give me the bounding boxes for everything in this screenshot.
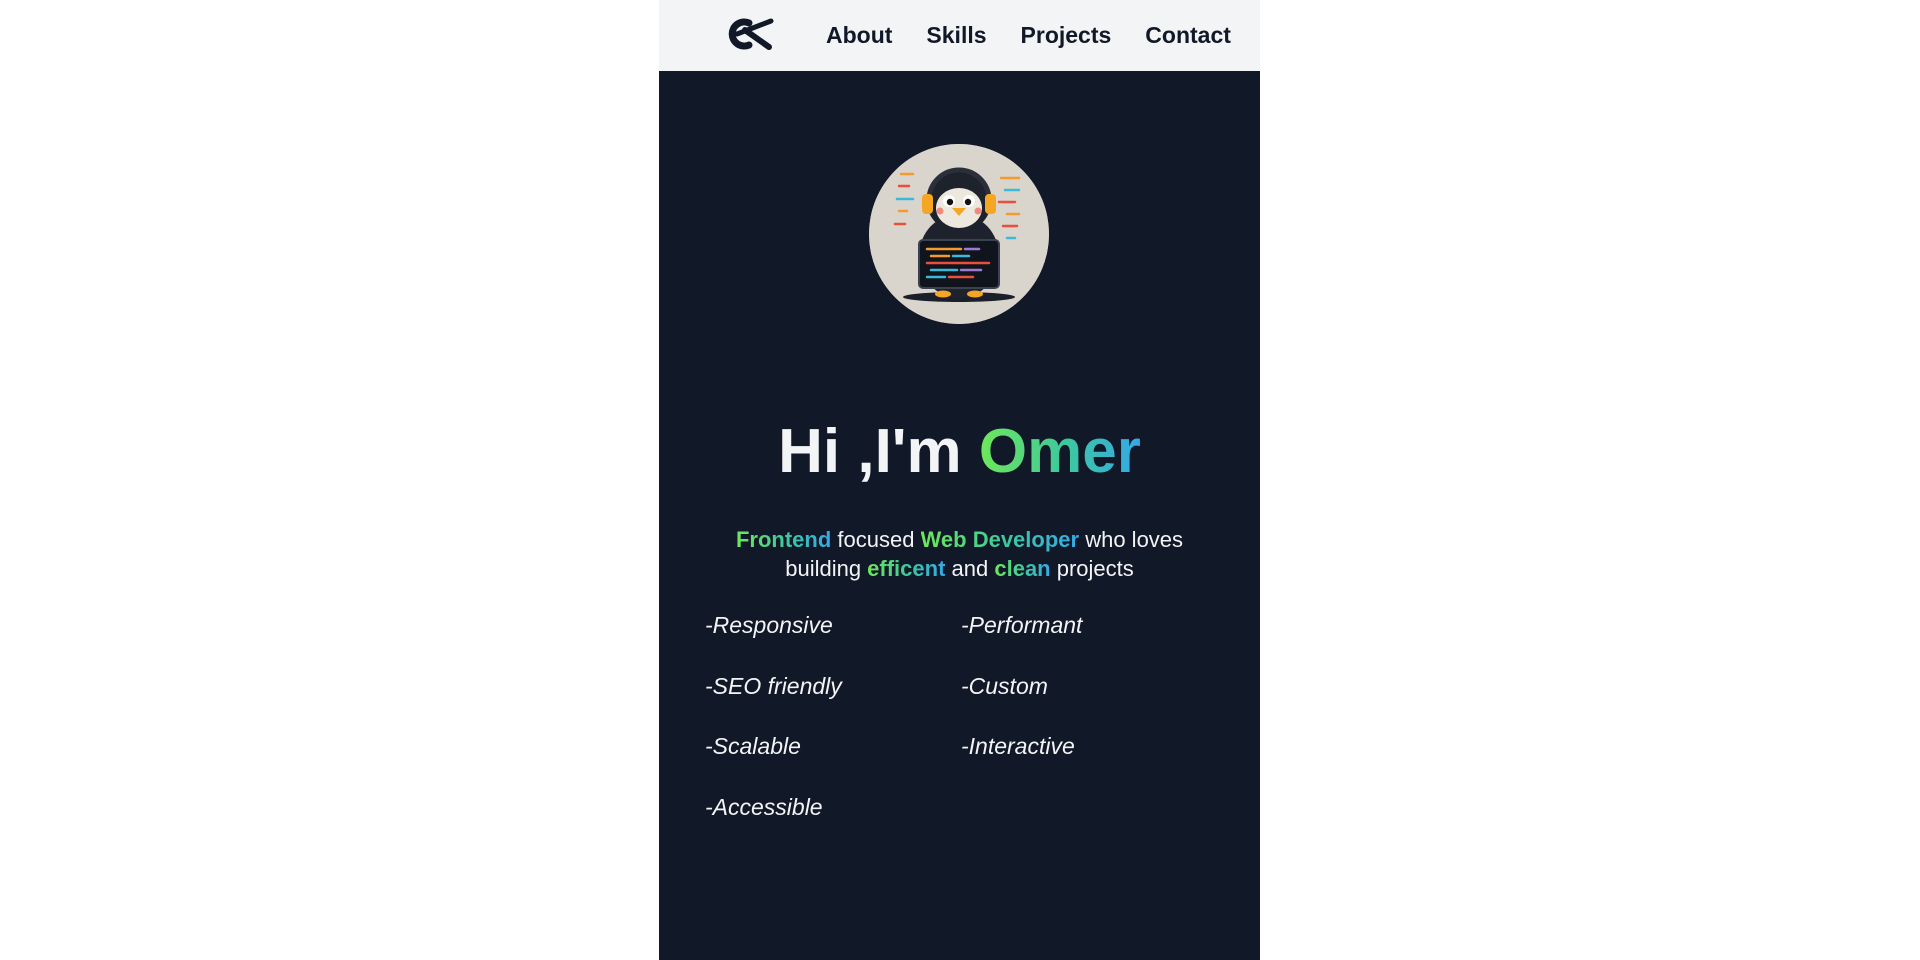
feature-item: -Custom (961, 672, 1048, 699)
navbar: About Skills Projects Contact (659, 0, 1260, 71)
hero-headline: Hi ,I'm Omer (659, 414, 1260, 490)
nav-links: About Skills Projects Contact (826, 0, 1231, 71)
feature-item: -Interactive (961, 733, 1075, 759)
nav-link-skills[interactable]: Skills (926, 22, 986, 49)
nav-link-about[interactable]: About (826, 22, 892, 49)
tagline-highlight-efficent: efficent (867, 556, 946, 581)
feature-list: -Responsive -Performant -SEO friendly -C… (705, 608, 1225, 850)
penguin-avatar-icon (869, 144, 1049, 324)
nav-link-projects[interactable]: Projects (1021, 22, 1112, 49)
headline-prefix: Hi ,I'm (778, 417, 979, 486)
tagline-highlight-clean: clean (994, 556, 1051, 581)
hero-tagline: Frontend focused Web Developer who loves… (699, 525, 1220, 583)
page-viewport: About Skills Projects Contact Hi ,I'm Om… (659, 0, 1260, 960)
headline-name: Omer (978, 417, 1141, 486)
profile-avatar (869, 144, 1049, 324)
tagline-highlight-frontend: Frontend (735, 527, 832, 552)
feature-item: -SEO friendly (705, 672, 842, 699)
feature-item: -Scalable (705, 733, 801, 759)
feature-item: -Accessible (705, 793, 823, 820)
tagline-text: focused (831, 527, 921, 552)
feature-item: -Performant (961, 612, 1083, 638)
feature-item: -Responsive (705, 612, 833, 638)
tagline-text: and (945, 556, 995, 581)
ok-logo-icon[interactable] (719, 17, 775, 51)
tagline-text: projects (1050, 556, 1134, 581)
tagline-highlight-web-developer: Web Developer (920, 527, 1080, 552)
nav-link-contact[interactable]: Contact (1145, 22, 1231, 49)
